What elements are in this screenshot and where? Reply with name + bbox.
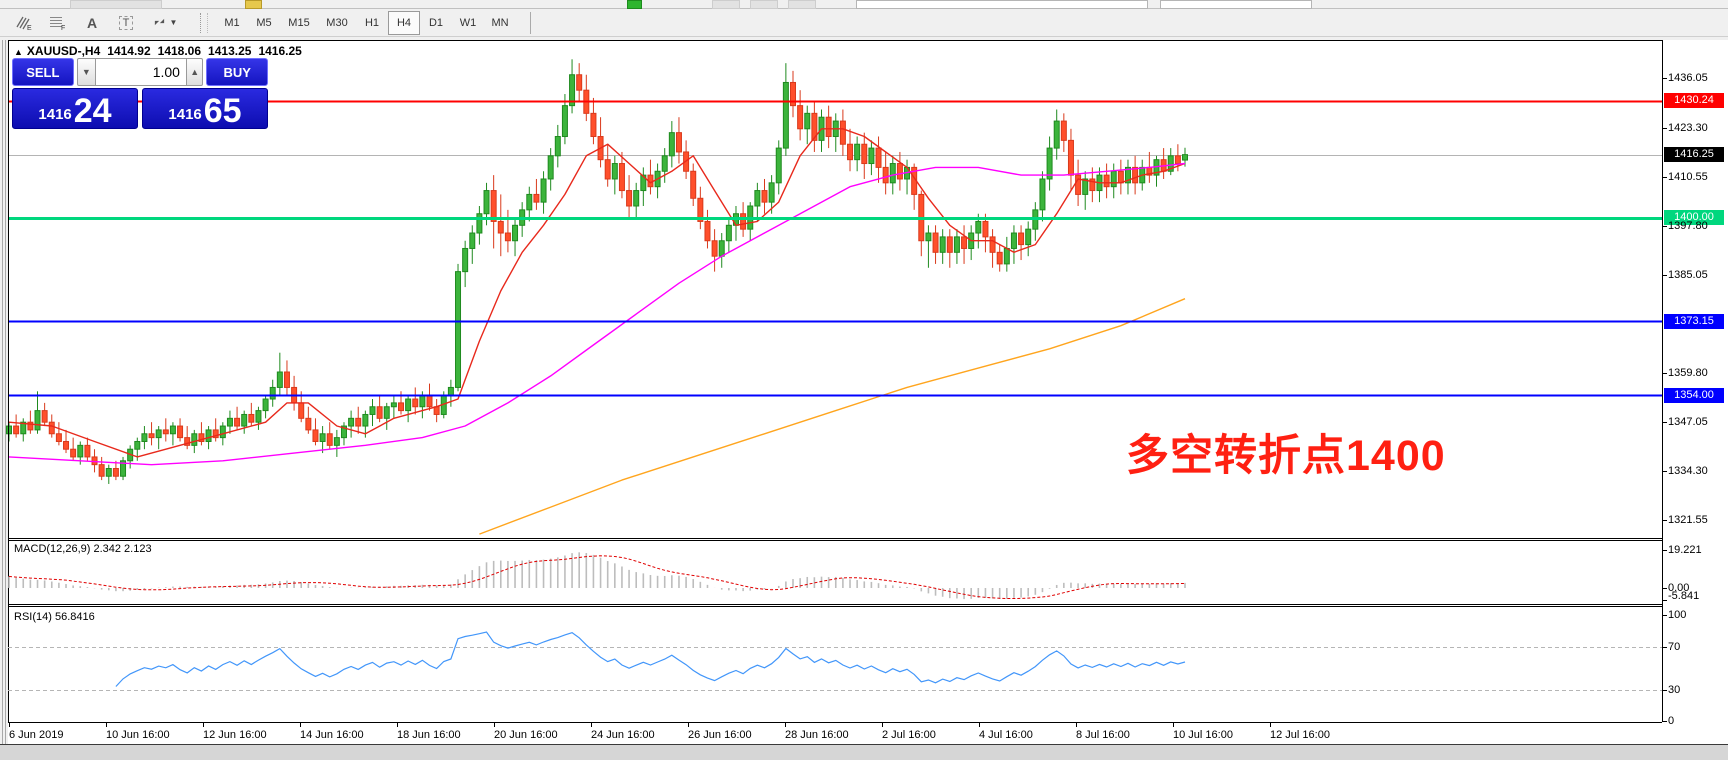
time-tick: 6 Jun 2019: [9, 729, 63, 741]
partial-icon-green: [627, 0, 642, 9]
timeframe-h4[interactable]: H4: [388, 11, 420, 35]
macd-tick: 19.221: [1668, 544, 1702, 556]
chart-area[interactable]: [8, 40, 1728, 744]
time-tick: 12 Jul 16:00: [1270, 729, 1330, 741]
partial-icon-yellow: [245, 0, 262, 9]
indicators-icon: E: [15, 15, 33, 31]
chart-toolbar: E F A T ▼ M1 M5 M15 M30 H1 H4 D1 W1 MN: [0, 9, 1728, 37]
macd-label: MACD(12,26,9) 2.342 2.123: [14, 543, 152, 555]
time-tick: 8 Jul 16:00: [1076, 729, 1130, 741]
time-tick: 12 Jun 16:00: [203, 729, 267, 741]
time-tick: 10 Jul 16:00: [1173, 729, 1233, 741]
partial-icon: [788, 0, 816, 9]
symbol-timeframe: XAUUSD-,H4: [27, 44, 100, 58]
partial-field: [1160, 0, 1312, 9]
cursor-tools-icon[interactable]: ▼: [146, 11, 182, 35]
time-tick: 10 Jun 16:00: [106, 729, 170, 741]
partial-toolbar-row: [0, 0, 1728, 9]
time-tick: 18 Jun 16:00: [397, 729, 461, 741]
buy-price-small: 1416: [168, 106, 201, 123]
mt4-terminal-window: { "toolbar": { "icons": ["indicators-ico…: [0, 0, 1728, 760]
time-tick: 24 Jun 16:00: [591, 729, 655, 741]
price-badge-support-2: 1354.00: [1664, 388, 1724, 403]
timeframe-m1[interactable]: M1: [216, 11, 248, 35]
rsi-tick: 30: [1668, 684, 1680, 696]
buy-button[interactable]: BUY: [206, 58, 268, 86]
timeframe-m30[interactable]: M30: [318, 11, 356, 35]
rsi-tick: 0: [1668, 715, 1674, 727]
svg-text:F: F: [61, 25, 65, 31]
one-click-trading-panel: SELL ▼ ▲ BUY 1416 24 1416 65: [12, 58, 268, 129]
partial-icon: [750, 0, 778, 9]
window-divider: [2, 40, 3, 744]
text-label-icon: A: [87, 15, 97, 31]
partial-field: [856, 0, 1148, 9]
rsi-label: RSI(14) 56.8416: [14, 611, 95, 623]
partial-icon: [712, 0, 740, 9]
window-bottom-strip: [0, 744, 1728, 760]
toolbar-separator: [200, 13, 208, 33]
text-box-icon[interactable]: T: [112, 11, 140, 35]
price-tick: 1436.05: [1668, 72, 1708, 84]
time-tick: 26 Jun 16:00: [688, 729, 752, 741]
volume-decrease-button[interactable]: ▼: [77, 58, 96, 86]
price-tick: 1385.05: [1668, 269, 1708, 281]
price-tick: 1423.30: [1668, 122, 1708, 134]
chart-text-annotation: 多空转折点1400: [1126, 421, 1446, 483]
price-tick: 1397.80: [1668, 220, 1708, 232]
toolbar-separator: [530, 12, 531, 34]
macd-tick: -5.841: [1668, 590, 1699, 602]
partial-icon: [70, 0, 162, 9]
time-tick: 4 Jul 16:00: [979, 729, 1033, 741]
price-tick: 1410.55: [1668, 171, 1708, 183]
indicators-icon[interactable]: E: [10, 11, 38, 35]
time-tick: 14 Jun 16:00: [300, 729, 364, 741]
price-tick: 1334.30: [1668, 465, 1708, 477]
price-tick: 1359.80: [1668, 367, 1708, 379]
timeframe-d1[interactable]: D1: [420, 11, 452, 35]
ohlc-close: 1416.25: [258, 44, 301, 58]
timeframe-w1[interactable]: W1: [452, 11, 484, 35]
rsi-tick: 100: [1668, 609, 1686, 621]
collapse-triangle-icon[interactable]: ▲: [14, 47, 23, 57]
ohlc-open: 1414.92: [107, 44, 150, 58]
buy-price-big: 65: [204, 95, 242, 127]
timeframe-m5[interactable]: M5: [248, 11, 280, 35]
price-badge-resistance: 1430.24: [1664, 93, 1724, 108]
time-tick: 2 Jul 16:00: [882, 729, 936, 741]
price-tick: 1321.55: [1668, 514, 1708, 526]
sell-price-big: 24: [74, 95, 112, 127]
price-tick: 1347.05: [1668, 416, 1708, 428]
time-tick: 20 Jun 16:00: [494, 729, 558, 741]
buy-price-box[interactable]: 1416 65: [142, 88, 268, 129]
volume-input[interactable]: [96, 58, 186, 86]
grid-icon: F: [49, 15, 67, 31]
dropdown-arrow-icon: ▼: [170, 18, 178, 27]
grid-icon[interactable]: F: [44, 11, 72, 35]
sell-price-small: 1416: [38, 106, 71, 123]
volume-increase-button[interactable]: ▲: [186, 58, 203, 86]
svg-text:E: E: [27, 25, 32, 31]
sell-button[interactable]: SELL: [12, 58, 74, 86]
price-badge-support-1: 1373.15: [1664, 314, 1724, 329]
window-divider: [5, 40, 6, 744]
time-tick: 28 Jun 16:00: [785, 729, 849, 741]
ohlc-high: 1418.06: [158, 44, 201, 58]
rsi-tick: 70: [1668, 641, 1680, 653]
price-badge-bid: 1416.25: [1664, 147, 1724, 162]
chart-header: ▲ XAUUSD-,H4 1414.92 1418.06 1413.25 1416.25: [14, 44, 302, 58]
text-box-icon: T: [119, 16, 134, 30]
cursor-tools-icon: [151, 16, 167, 30]
text-label-icon[interactable]: A: [78, 11, 106, 35]
sell-price-box[interactable]: 1416 24: [12, 88, 138, 129]
ohlc-low: 1413.25: [208, 44, 251, 58]
timeframe-h1[interactable]: H1: [356, 11, 388, 35]
timeframe-m15[interactable]: M15: [280, 11, 318, 35]
timeframe-mn[interactable]: MN: [484, 11, 516, 35]
